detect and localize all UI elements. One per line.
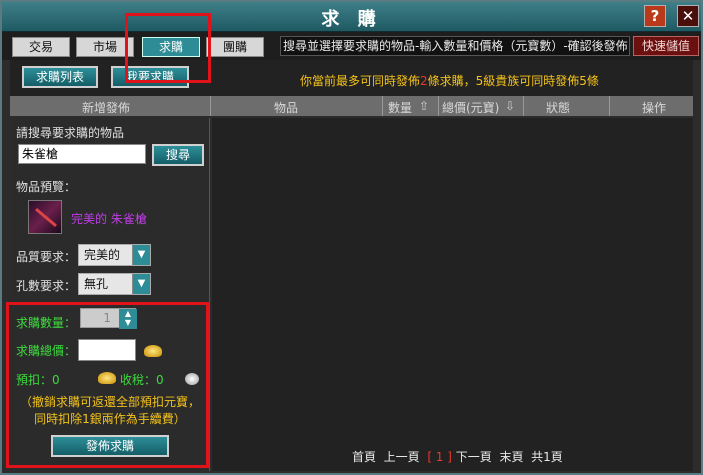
- pager: 首頁 上一頁 [ 1 ] 下一頁 末頁 共1頁: [352, 448, 563, 465]
- col-total-price[interactable]: 總價(元寶): [442, 99, 499, 116]
- holes-value: 無孔: [84, 277, 109, 291]
- header-divider: [382, 96, 383, 116]
- quota-number: 2: [420, 74, 428, 88]
- sort-up-icon[interactable]: ⇧: [419, 99, 429, 113]
- search-input[interactable]: 朱雀槍: [18, 144, 146, 164]
- quota-suffix: 條求購，5級貴族可同時發佈5條: [427, 74, 599, 88]
- purchase-list-button[interactable]: 求購列表: [22, 66, 98, 88]
- header-divider: [609, 96, 610, 116]
- help-button[interactable]: ?: [644, 5, 666, 27]
- col-new-post: 新增發佈: [82, 101, 131, 115]
- header-divider: [438, 96, 439, 116]
- quota-text: 你當前最多可同時發佈2條求購，5級貴族可同時發佈5條: [300, 72, 599, 89]
- purchase-window: 求 購 ? ✕ 交易 市場 求購 團購 搜尋並選擇要求購的物品-輸入數量和價格（…: [0, 0, 703, 475]
- spear-icon[interactable]: [28, 200, 62, 234]
- header-divider: [523, 96, 524, 116]
- search-label: 請搜尋要求購的物品: [16, 126, 125, 140]
- sort-down-icon[interactable]: ⇩: [505, 99, 515, 113]
- highlight-box: [6, 302, 209, 468]
- quality-label: 品質要求：: [16, 250, 77, 264]
- quality-select[interactable]: 完美的 ▼: [78, 244, 151, 266]
- table-header: 新增發佈 物品 數量 ⇧ 總價(元寶) ⇩ 狀態 操作: [10, 96, 693, 116]
- purchase-list-area: 首頁 上一頁 [ 1 ] 下一頁 末頁 共1頁: [212, 118, 693, 471]
- quality-value: 完美的: [84, 248, 121, 262]
- current-page: [ 1 ]: [427, 450, 452, 464]
- tab-trade[interactable]: 交易: [12, 37, 70, 57]
- chevron-down-icon[interactable]: ▼: [132, 274, 150, 294]
- quick-save-button[interactable]: 快速儲值: [633, 36, 699, 56]
- first-page-link[interactable]: 首頁: [352, 450, 376, 464]
- holes-label: 孔數要求：: [16, 279, 77, 293]
- window-title: 求 購: [321, 9, 382, 30]
- total-pages: 共1頁: [531, 450, 563, 464]
- title-bar[interactable]: 求 購 ? ✕: [2, 2, 701, 32]
- hint-text: 搜尋並選擇要求購的物品-輸入數量和價格（元寶數）-確認後發佈: [280, 36, 630, 56]
- tab-row: 交易 市場 求購 團購 搜尋並選擇要求購的物品-輸入數量和價格（元寶數）-確認後…: [2, 32, 701, 60]
- highlight-box: [125, 13, 211, 83]
- next-page-link[interactable]: 下一頁: [456, 450, 492, 464]
- preview-label: 物品預覽：: [16, 180, 77, 194]
- holes-select[interactable]: 無孔 ▼: [78, 273, 151, 295]
- col-quantity[interactable]: 數量: [388, 99, 412, 116]
- header-divider: [210, 96, 211, 116]
- close-button[interactable]: ✕: [677, 5, 699, 27]
- item-name: 完美的 朱雀槍: [71, 212, 147, 226]
- col-item: 物品: [274, 101, 299, 115]
- col-status: 狀態: [546, 101, 571, 115]
- col-action: 操作: [642, 101, 667, 115]
- search-button[interactable]: 搜尋: [152, 144, 204, 166]
- last-page-link[interactable]: 末頁: [499, 450, 523, 464]
- prev-page-link[interactable]: 上一頁: [384, 450, 420, 464]
- tab-group-buy[interactable]: 團購: [206, 37, 264, 57]
- sub-toolbar: 求購列表 我要求購 你當前最多可同時發佈2條求購，5級貴族可同時發佈5條: [10, 60, 693, 96]
- quota-prefix: 你當前最多可同時發佈: [300, 74, 421, 88]
- chevron-down-icon[interactable]: ▼: [132, 245, 150, 265]
